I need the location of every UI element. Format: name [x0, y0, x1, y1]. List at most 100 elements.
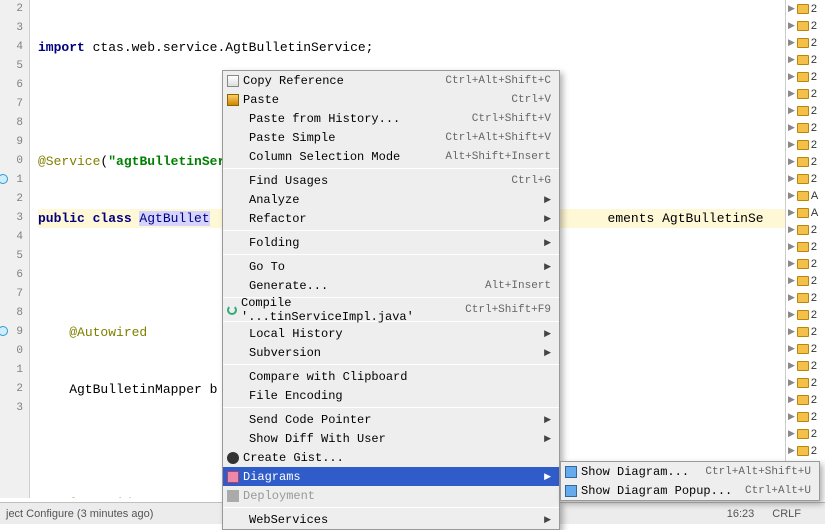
project-panel[interactable]: ▶2▶2▶2▶2▶2▶2▶2▶2▶2▶2▶2▶A▶A▶2▶2▶2▶2▶2▶2▶2…	[785, 0, 825, 498]
project-tree-item[interactable]: ▶2	[786, 238, 825, 255]
project-tree-item[interactable]: ▶2	[786, 340, 825, 357]
menu-item-paste[interactable]: PasteCtrl+V	[223, 90, 559, 109]
gutter-line[interactable]: 2	[0, 380, 23, 399]
gutter-line[interactable]: 2	[0, 190, 23, 209]
menu-item-file-encoding[interactable]: File Encoding	[223, 386, 559, 405]
menu-item-webservices[interactable]: WebServices▶	[223, 510, 559, 529]
expand-arrow-icon[interactable]: ▶	[788, 343, 795, 354]
menu-item-column-selection-mode[interactable]: Column Selection ModeAlt+Shift+Insert	[223, 147, 559, 166]
menu-item-local-history[interactable]: Local History▶	[223, 324, 559, 343]
gutter-line[interactable]: 4	[0, 38, 23, 57]
menu-item-paste-simple[interactable]: Paste SimpleCtrl+Alt+Shift+V	[223, 128, 559, 147]
project-tree-item[interactable]: ▶2	[786, 425, 825, 442]
project-tree-item[interactable]: ▶2	[786, 272, 825, 289]
selected-classname[interactable]: AgtBullet	[139, 211, 209, 226]
expand-arrow-icon[interactable]: ▶	[788, 173, 795, 184]
gutter-line[interactable]: 1	[0, 361, 23, 380]
submenu-item-show-diagram-popup[interactable]: Show Diagram Popup...Ctrl+Alt+U	[561, 481, 819, 500]
menu-item-refactor[interactable]: Refactor▶	[223, 209, 559, 228]
menu-item-generate[interactable]: Generate...Alt+Insert	[223, 276, 559, 295]
project-tree-item[interactable]: ▶2	[786, 136, 825, 153]
project-tree-item[interactable]: ▶A	[786, 187, 825, 204]
expand-arrow-icon[interactable]: ▶	[788, 241, 795, 252]
gutter-line[interactable]: 3	[0, 209, 23, 228]
expand-arrow-icon[interactable]: ▶	[788, 292, 795, 303]
project-tree-item[interactable]: ▶2	[786, 68, 825, 85]
gutter-line[interactable]: 0	[0, 152, 23, 171]
menu-item-compile-tinserviceimpl-java[interactable]: Compile '...tinServiceImpl.java'Ctrl+Shi…	[223, 300, 559, 319]
project-tree-item[interactable]: ▶2	[786, 221, 825, 238]
expand-arrow-icon[interactable]: ▶	[788, 258, 795, 269]
expand-arrow-icon[interactable]: ▶	[788, 156, 795, 167]
gutter-line[interactable]: 6	[0, 266, 23, 285]
menu-item-create-gist[interactable]: Create Gist...	[223, 448, 559, 467]
gutter-line[interactable]: 1	[0, 171, 23, 190]
menu-item-go-to[interactable]: Go To▶	[223, 257, 559, 276]
project-tree-item[interactable]: ▶2	[786, 85, 825, 102]
gutter-line[interactable]: 9	[0, 133, 23, 152]
gutter-line[interactable]: 3	[0, 399, 23, 418]
expand-arrow-icon[interactable]: ▶	[788, 224, 795, 235]
project-tree-item[interactable]: ▶2	[786, 255, 825, 272]
gutter-line[interactable]: 3	[0, 19, 23, 38]
expand-arrow-icon[interactable]: ▶	[788, 445, 795, 456]
expand-arrow-icon[interactable]: ▶	[788, 326, 795, 337]
expand-arrow-icon[interactable]: ▶	[788, 275, 795, 286]
menu-item-diagrams[interactable]: Diagrams▶	[223, 467, 559, 486]
gutter-line[interactable]: 2	[0, 0, 23, 19]
menu-item-find-usages[interactable]: Find UsagesCtrl+G	[223, 171, 559, 190]
gutter-line[interactable]: 9	[0, 323, 23, 342]
expand-arrow-icon[interactable]: ▶	[788, 3, 795, 14]
implements-marker-icon[interactable]	[0, 174, 8, 184]
project-tree-item[interactable]: ▶2	[786, 0, 825, 17]
menu-item-paste-from-history[interactable]: Paste from History...Ctrl+Shift+V	[223, 109, 559, 128]
expand-arrow-icon[interactable]: ▶	[788, 54, 795, 65]
expand-arrow-icon[interactable]: ▶	[788, 71, 795, 82]
expand-arrow-icon[interactable]: ▶	[788, 122, 795, 133]
expand-arrow-icon[interactable]: ▶	[788, 377, 795, 388]
project-tree-item[interactable]: ▶2	[786, 102, 825, 119]
expand-arrow-icon[interactable]: ▶	[788, 88, 795, 99]
menu-item-compare-with-clipboard[interactable]: Compare with Clipboard	[223, 367, 559, 386]
submenu-item-show-diagram[interactable]: Show Diagram...Ctrl+Alt+Shift+U	[561, 462, 819, 481]
gutter-line[interactable]: 5	[0, 247, 23, 266]
project-tree-item[interactable]: ▶2	[786, 51, 825, 68]
project-tree-item[interactable]: ▶A	[786, 204, 825, 221]
expand-arrow-icon[interactable]: ▶	[788, 309, 795, 320]
gutter-line[interactable]: 6	[0, 76, 23, 95]
project-tree-item[interactable]: ▶2	[786, 323, 825, 340]
expand-arrow-icon[interactable]: ▶	[788, 360, 795, 371]
menu-item-analyze[interactable]: Analyze▶	[223, 190, 559, 209]
gutter-line[interactable]: 7	[0, 285, 23, 304]
project-tree-item[interactable]: ▶2	[786, 119, 825, 136]
project-tree-item[interactable]: ▶2	[786, 170, 825, 187]
expand-arrow-icon[interactable]: ▶	[788, 190, 795, 201]
gutter-line[interactable]: 7	[0, 95, 23, 114]
menu-item-subversion[interactable]: Subversion▶	[223, 343, 559, 362]
menu-item-copy-reference[interactable]: Copy ReferenceCtrl+Alt+Shift+C	[223, 71, 559, 90]
menu-item-send-code-pointer[interactable]: Send Code Pointer▶	[223, 410, 559, 429]
menu-item-folding[interactable]: Folding▶	[223, 233, 559, 252]
project-tree-item[interactable]: ▶2	[786, 17, 825, 34]
expand-arrow-icon[interactable]: ▶	[788, 207, 795, 218]
project-tree-item[interactable]: ▶2	[786, 374, 825, 391]
project-tree-item[interactable]: ▶2	[786, 408, 825, 425]
gutter-line[interactable]: 8	[0, 304, 23, 323]
expand-arrow-icon[interactable]: ▶	[788, 428, 795, 439]
expand-arrow-icon[interactable]: ▶	[788, 20, 795, 31]
expand-arrow-icon[interactable]: ▶	[788, 411, 795, 422]
implements-marker-icon[interactable]	[0, 326, 8, 336]
menu-item-show-diff-with-user[interactable]: Show Diff With User▶	[223, 429, 559, 448]
gutter-line[interactable]: 5	[0, 57, 23, 76]
expand-arrow-icon[interactable]: ▶	[788, 139, 795, 150]
project-tree-item[interactable]: ▶2	[786, 153, 825, 170]
expand-arrow-icon[interactable]: ▶	[788, 394, 795, 405]
project-tree-item[interactable]: ▶2	[786, 306, 825, 323]
project-tree-item[interactable]: ▶2	[786, 289, 825, 306]
expand-arrow-icon[interactable]: ▶	[788, 105, 795, 116]
project-tree-item[interactable]: ▶2	[786, 391, 825, 408]
gutter-line[interactable]: 0	[0, 342, 23, 361]
project-tree-item[interactable]: ▶2	[786, 357, 825, 374]
expand-arrow-icon[interactable]: ▶	[788, 37, 795, 48]
project-tree-item[interactable]: ▶2	[786, 442, 825, 459]
